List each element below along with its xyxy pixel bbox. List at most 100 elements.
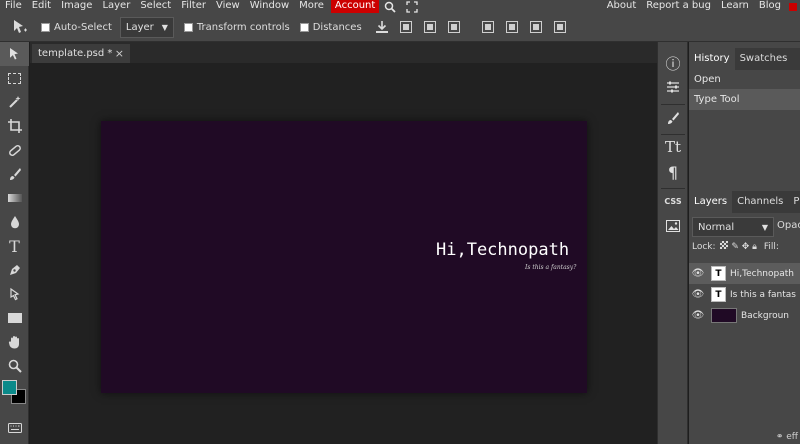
menu-blog[interactable]: Blog — [754, 0, 786, 13]
canvas-subtitle-text: Is this a fantasy? — [525, 264, 577, 271]
panel-icon-strip: ⓘ Tt ¶ CSS — [657, 42, 688, 444]
menu-report-bug[interactable]: Report a bug — [641, 0, 716, 13]
layer-name: Backgroun — [741, 310, 789, 321]
layer-item[interactable]: 👁︎ T Hi,Technopath — [689, 263, 800, 284]
text-layer-thumb-icon: T — [711, 287, 726, 302]
fill-label: Fill: — [763, 242, 779, 252]
align-center-icon[interactable] — [500, 16, 524, 38]
path-select-icon[interactable] — [0, 282, 29, 306]
align-middle-icon[interactable] — [418, 16, 442, 38]
color-swatches[interactable] — [0, 378, 29, 408]
fullscreen-icon[interactable] — [401, 0, 423, 13]
history-item-selected[interactable]: Type Tool — [689, 89, 800, 110]
hand-tool-icon[interactable] — [0, 330, 29, 354]
auto-select-checkbox[interactable]: Auto-Select — [41, 22, 112, 33]
eye-icon[interactable]: 👁︎ — [689, 268, 707, 279]
layer-item[interactable]: 👁︎ T Is this a fantas — [689, 284, 800, 305]
distances-box[interactable] — [299, 22, 309, 32]
history-item[interactable]: Open — [689, 69, 800, 90]
css-icon[interactable]: CSS — [662, 190, 684, 212]
lock-pixels-icon[interactable]: ✎ — [731, 242, 739, 252]
menu-file[interactable]: File — [0, 0, 27, 13]
blend-mode-select[interactable]: Normal ▼ — [692, 217, 774, 237]
layer-name: Is this a fantas — [730, 289, 796, 300]
layer-item[interactable]: 👁︎ Backgroun — [689, 305, 800, 326]
properties-icon[interactable] — [662, 76, 684, 98]
social-icon[interactable] — [786, 0, 800, 13]
magic-wand-icon[interactable] — [0, 90, 29, 114]
keyboard-icon[interactable] — [0, 416, 29, 440]
transform-box[interactable] — [183, 22, 193, 32]
download-icon[interactable] — [370, 16, 394, 38]
brush-tool-icon[interactable] — [0, 162, 29, 186]
text-layer-thumb-icon: T — [711, 266, 726, 281]
layer-name: Hi,Technopath — [730, 268, 794, 279]
menu-bar: File Edit Image Layer Select Filter View… — [0, 0, 800, 13]
pen-tool-icon[interactable] — [0, 258, 29, 282]
close-icon[interactable]: × — [115, 47, 124, 60]
layers-panel-tabs: Layers Channels P — [689, 191, 800, 213]
options-bar: Auto-Select Layer ▼ Transform controls Di… — [0, 13, 800, 42]
distances-checkbox[interactable]: Distances — [299, 21, 362, 33]
rectangle-tool-icon[interactable] — [0, 306, 29, 330]
eraser-tool-icon[interactable] — [0, 186, 29, 210]
align-bottom-icon[interactable] — [442, 16, 466, 38]
crop-tool-icon[interactable] — [0, 114, 29, 138]
align-right-icon[interactable] — [524, 16, 548, 38]
tab-history[interactable]: History — [689, 48, 735, 70]
document-tab[interactable]: template.psd * × — [32, 44, 130, 63]
document-canvas[interactable]: Hi,Technopath Is this a fantasy? — [101, 121, 587, 393]
menu-window[interactable]: Window — [245, 0, 294, 13]
align-left-icon[interactable] — [476, 16, 500, 38]
foreground-color-swatch[interactable] — [2, 380, 17, 395]
auto-select-label: Auto-Select — [54, 21, 112, 33]
info-icon[interactable]: ⓘ — [662, 52, 684, 74]
tab-channels[interactable]: Channels — [732, 191, 788, 213]
layer-select[interactable]: Layer ▼ — [119, 16, 174, 38]
menu-layer[interactable]: Layer — [97, 0, 135, 13]
tab-swatches[interactable]: Swatches — [735, 48, 793, 70]
lock-position-icon[interactable]: ✥ — [742, 242, 750, 252]
image-icon[interactable] — [662, 215, 684, 237]
search-icon[interactable] — [379, 0, 401, 13]
healing-brush-icon[interactable] — [0, 138, 29, 162]
move-tool-icon[interactable] — [0, 42, 29, 66]
menu-learn[interactable]: Learn — [716, 0, 754, 13]
opacity-label[interactable]: Opac — [777, 220, 800, 231]
eye-icon[interactable]: 👁︎ — [689, 289, 707, 300]
document-tab-title: template.psd * — [38, 48, 113, 59]
distribute-icon[interactable] — [548, 16, 572, 38]
effects-label[interactable]: eff — [786, 432, 798, 442]
menu-edit[interactable]: Edit — [27, 0, 56, 13]
menu-about[interactable]: About — [602, 0, 642, 13]
paragraph-icon[interactable]: ¶ — [662, 161, 684, 183]
move-tool-icon[interactable] — [9, 16, 31, 38]
eye-icon[interactable]: 👁︎ — [689, 310, 707, 321]
menu-filter[interactable]: Filter — [176, 0, 211, 13]
transform-controls-checkbox[interactable]: Transform controls — [183, 21, 290, 33]
transform-label: Transform controls — [196, 21, 290, 33]
blur-tool-icon[interactable] — [0, 210, 29, 234]
auto-select-box[interactable] — [41, 22, 50, 32]
link-icon[interactable]: ⚭ — [776, 432, 784, 442]
character-icon[interactable]: Tt — [662, 136, 684, 158]
menu-more[interactable]: More — [294, 0, 329, 13]
chevron-down-icon: ▼ — [761, 222, 768, 232]
menu-select[interactable]: Select — [135, 0, 176, 13]
marquee-tool-icon[interactable] — [0, 66, 29, 90]
distances-label: Distances — [312, 21, 362, 33]
strip-divider — [661, 134, 685, 135]
right-panels: History Swatches Open Type Tool Layers C… — [689, 42, 800, 444]
lock-transparency-icon[interactable] — [720, 241, 729, 249]
type-tool-icon[interactable]: T — [0, 234, 29, 258]
menu-image[interactable]: Image — [56, 0, 97, 13]
account-button[interactable]: Account — [330, 0, 380, 13]
brush-settings-icon[interactable] — [662, 107, 684, 129]
tab-layers[interactable]: Layers — [689, 191, 733, 213]
blend-mode-value: Normal — [698, 221, 735, 233]
lock-all-icon[interactable]: 🔒︎ — [752, 242, 757, 252]
zoom-tool-icon[interactable] — [0, 354, 29, 378]
align-top-icon[interactable] — [394, 16, 418, 38]
menu-view[interactable]: View — [211, 0, 245, 13]
tab-paths[interactable]: P — [788, 191, 800, 213]
